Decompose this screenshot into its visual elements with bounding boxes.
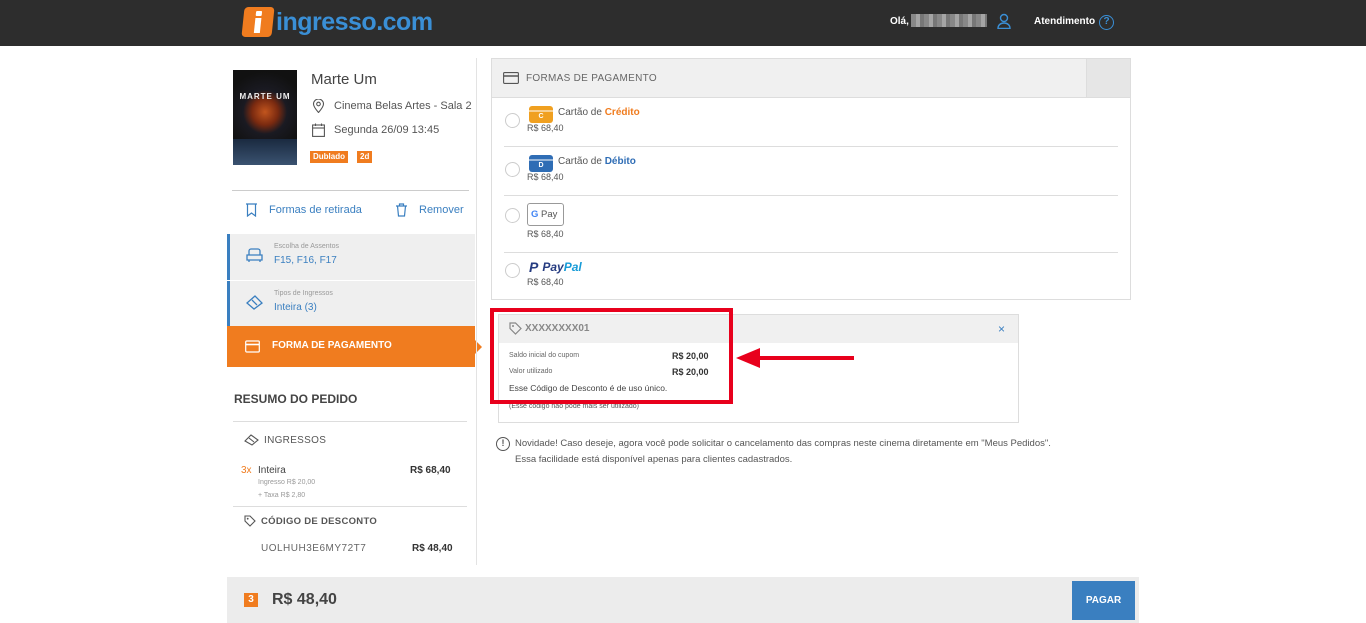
language-tag: Dublado [310,151,348,163]
poster-title: MARTE UM [239,92,291,101]
payment-panel-title: FORMAS DE PAGAMENTO [526,73,657,84]
paypal-icon: P [529,259,539,275]
calendar-icon [312,123,325,137]
session-time: Segunda 26/09 13:45 [334,124,440,136]
location-pin-icon [312,99,325,113]
order-summary-title: RESUMO DO PEDIDO [234,392,358,406]
ticket-unit-price: Ingresso R$ 20,00 [258,479,316,486]
radio-button[interactable] [505,263,520,278]
payment-option-debit[interactable]: D Cartão de Débito R$ 68,40 [504,148,1118,196]
credit-card-icon [503,72,519,84]
notice-line-1: Novidade! Caso deseje, agora você pode s… [515,438,1051,449]
discount-section-title: CÓDIGO DE DESCONTO [244,515,377,527]
ticket-type: Inteira [258,465,286,476]
paypal-pay: Pay [542,260,564,274]
option-name-prefix: Cartão de [558,156,605,167]
checkout-footer: 3 R$ 48,40 PAGAR [227,577,1139,623]
gpay-g: G [531,209,539,220]
pay-button[interactable]: PAGAR [1072,581,1135,620]
close-icon[interactable]: × [998,322,1005,336]
info-icon: ! [496,437,510,451]
step-ticket-types[interactable]: Tipos de Ingressos Inteira (3) [227,281,475,327]
ticket-fee: + Taxa R$ 2,80 [258,492,306,499]
brand-name: ingresso.com [276,7,433,36]
option-amount: R$ 68,40 [527,277,564,287]
ticket-icon [246,295,263,310]
format-tag: 2d [357,151,373,163]
step-label: FORMA DE PAGAMENTO [272,340,392,351]
notice-line-2: Essa facilidade está disponível apenas p… [515,454,793,465]
movie-title: Marte Um [311,71,377,88]
discount-title: CÓDIGO DE DESCONTO [261,515,378,527]
tag-icon [244,515,256,527]
credit-card-badge-icon: C [529,106,553,123]
radio-button[interactable] [505,113,520,128]
option-name-strong: Crédito [604,107,640,118]
radio-button[interactable] [505,162,520,177]
remove-label: Remover [419,204,464,216]
paypal-pal: Pal [563,260,582,274]
help-icon[interactable]: ? [1099,15,1114,30]
discount-value: R$ 48,40 [412,543,453,554]
remove-button[interactable]: Remover [395,203,464,217]
trash-icon [396,203,407,217]
order-total: R$ 48,40 [272,591,337,608]
pickup-methods-link[interactable]: Formas de retirada [245,203,362,217]
payment-option-credit[interactable]: C Cartão de Crédito R$ 68,40 [504,99,1118,147]
seat-icon [246,248,263,262]
header-corner-box [1086,59,1130,97]
discount-code: UOLHUH3E6MY72T7 [261,543,367,554]
tickets-section-title: INGRESSOS [244,434,326,446]
column-divider [476,58,477,565]
step-value: Inteira (3) [274,302,317,313]
blurred-username [911,14,987,27]
option-name-prefix: Cartão de [558,107,605,118]
option-name-strong: Débito [604,156,636,167]
option-name: Cartão de Débito [558,156,636,167]
cinema-name: Cinema Belas Artes - Sala 2 [334,100,472,112]
support-link[interactable]: Atendimento [1034,16,1095,27]
payment-option-gpay[interactable]: G Pay R$ 68,40 [504,196,1118,253]
top-bar: ingresso.com Olá, Atendimento ? [0,0,1366,46]
credit-card-icon [245,340,260,353]
user-greeting: Olá, [890,16,909,27]
divider [233,506,467,507]
step-caption: Tipos de Ingressos [274,290,333,297]
ticket-total: R$ 68,40 [410,465,451,476]
paypal-logo: P Pay Pal [529,259,582,275]
ticket-icon [244,434,259,446]
tickets-title: INGRESSOS [264,434,327,446]
debit-card-badge-icon: D [529,155,553,172]
radio-button[interactable] [505,208,520,223]
step-seat-selection[interactable]: Escolha de Assentos F15, F16, F17 [227,234,475,280]
payment-methods-panel: FORMAS DE PAGAMENTO C Cartão de Crédito … [491,58,1131,300]
gpay-word: Pay [541,209,558,220]
option-name: Cartão de Crédito [558,107,640,118]
logo-icon [241,7,275,37]
movie-poster: MARTE UM [233,70,297,165]
user-icon[interactable] [997,13,1011,29]
ticket-count-badge: 3 [244,593,258,607]
code-expired-note: (Esse código não pode mais ser utilizado… [509,403,639,410]
option-amount: R$ 68,40 [527,123,564,133]
highlight-box [490,308,733,404]
step-value: F15, F16, F17 [274,255,337,266]
poster-graphic [233,139,297,165]
payment-panel-header: FORMAS DE PAGAMENTO [492,59,1130,98]
pickup-methods-label: Formas de retirada [269,204,362,216]
step-caption: Escolha de Assentos [274,243,339,250]
option-amount: R$ 68,40 [527,229,564,239]
ticket-quantity: 3x [241,465,252,476]
payment-option-paypal[interactable]: P Pay Pal R$ 68,40 [504,254,1118,299]
google-pay-logo: G Pay [527,203,564,226]
brand-logo[interactable]: ingresso.com [241,7,433,37]
option-amount: R$ 68,40 [527,172,564,182]
step-payment-method[interactable]: FORMA DE PAGAMENTO [227,326,482,367]
bookmark-icon [246,203,257,217]
arrow-annotation-icon [736,348,854,368]
divider [232,190,469,191]
